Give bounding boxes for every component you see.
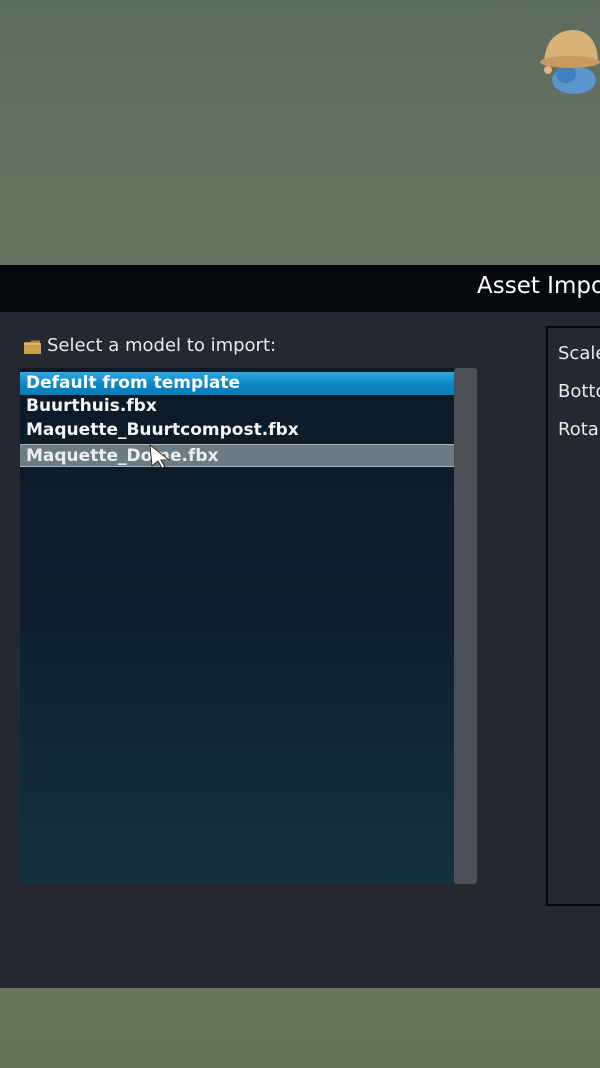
list-item[interactable]: Default from template	[20, 372, 454, 395]
import-properties-panel: Scale Botto Rota	[546, 326, 600, 906]
list-item[interactable]: Maquette_Dome.fbx	[20, 444, 454, 467]
game-scene-top	[0, 0, 600, 265]
citizen-character-icon	[540, 30, 600, 94]
folder-icon	[24, 340, 41, 354]
scale-label: Scale	[558, 343, 600, 364]
dialog-titlebar[interactable]: Asset Impo	[0, 265, 600, 312]
bottom-label: Botto	[558, 381, 600, 402]
game-scene-bottom	[0, 988, 600, 1068]
select-model-label: Select a model to import:	[47, 334, 277, 356]
mouse-cursor-icon	[149, 444, 171, 468]
list-item[interactable]: Maquette_Buurtcompost.fbx	[20, 419, 454, 442]
list-item[interactable]: Buurthuis.fbx	[20, 395, 454, 418]
model-list[interactable]: Default from template Buurthuis.fbx Maqu…	[20, 368, 454, 883]
dialog-title: Asset Impo	[477, 273, 600, 299]
model-list-scrollbar[interactable]	[454, 368, 477, 884]
rotation-label: Rota	[558, 419, 599, 440]
select-model-heading: Select a model to import:	[24, 333, 276, 357]
